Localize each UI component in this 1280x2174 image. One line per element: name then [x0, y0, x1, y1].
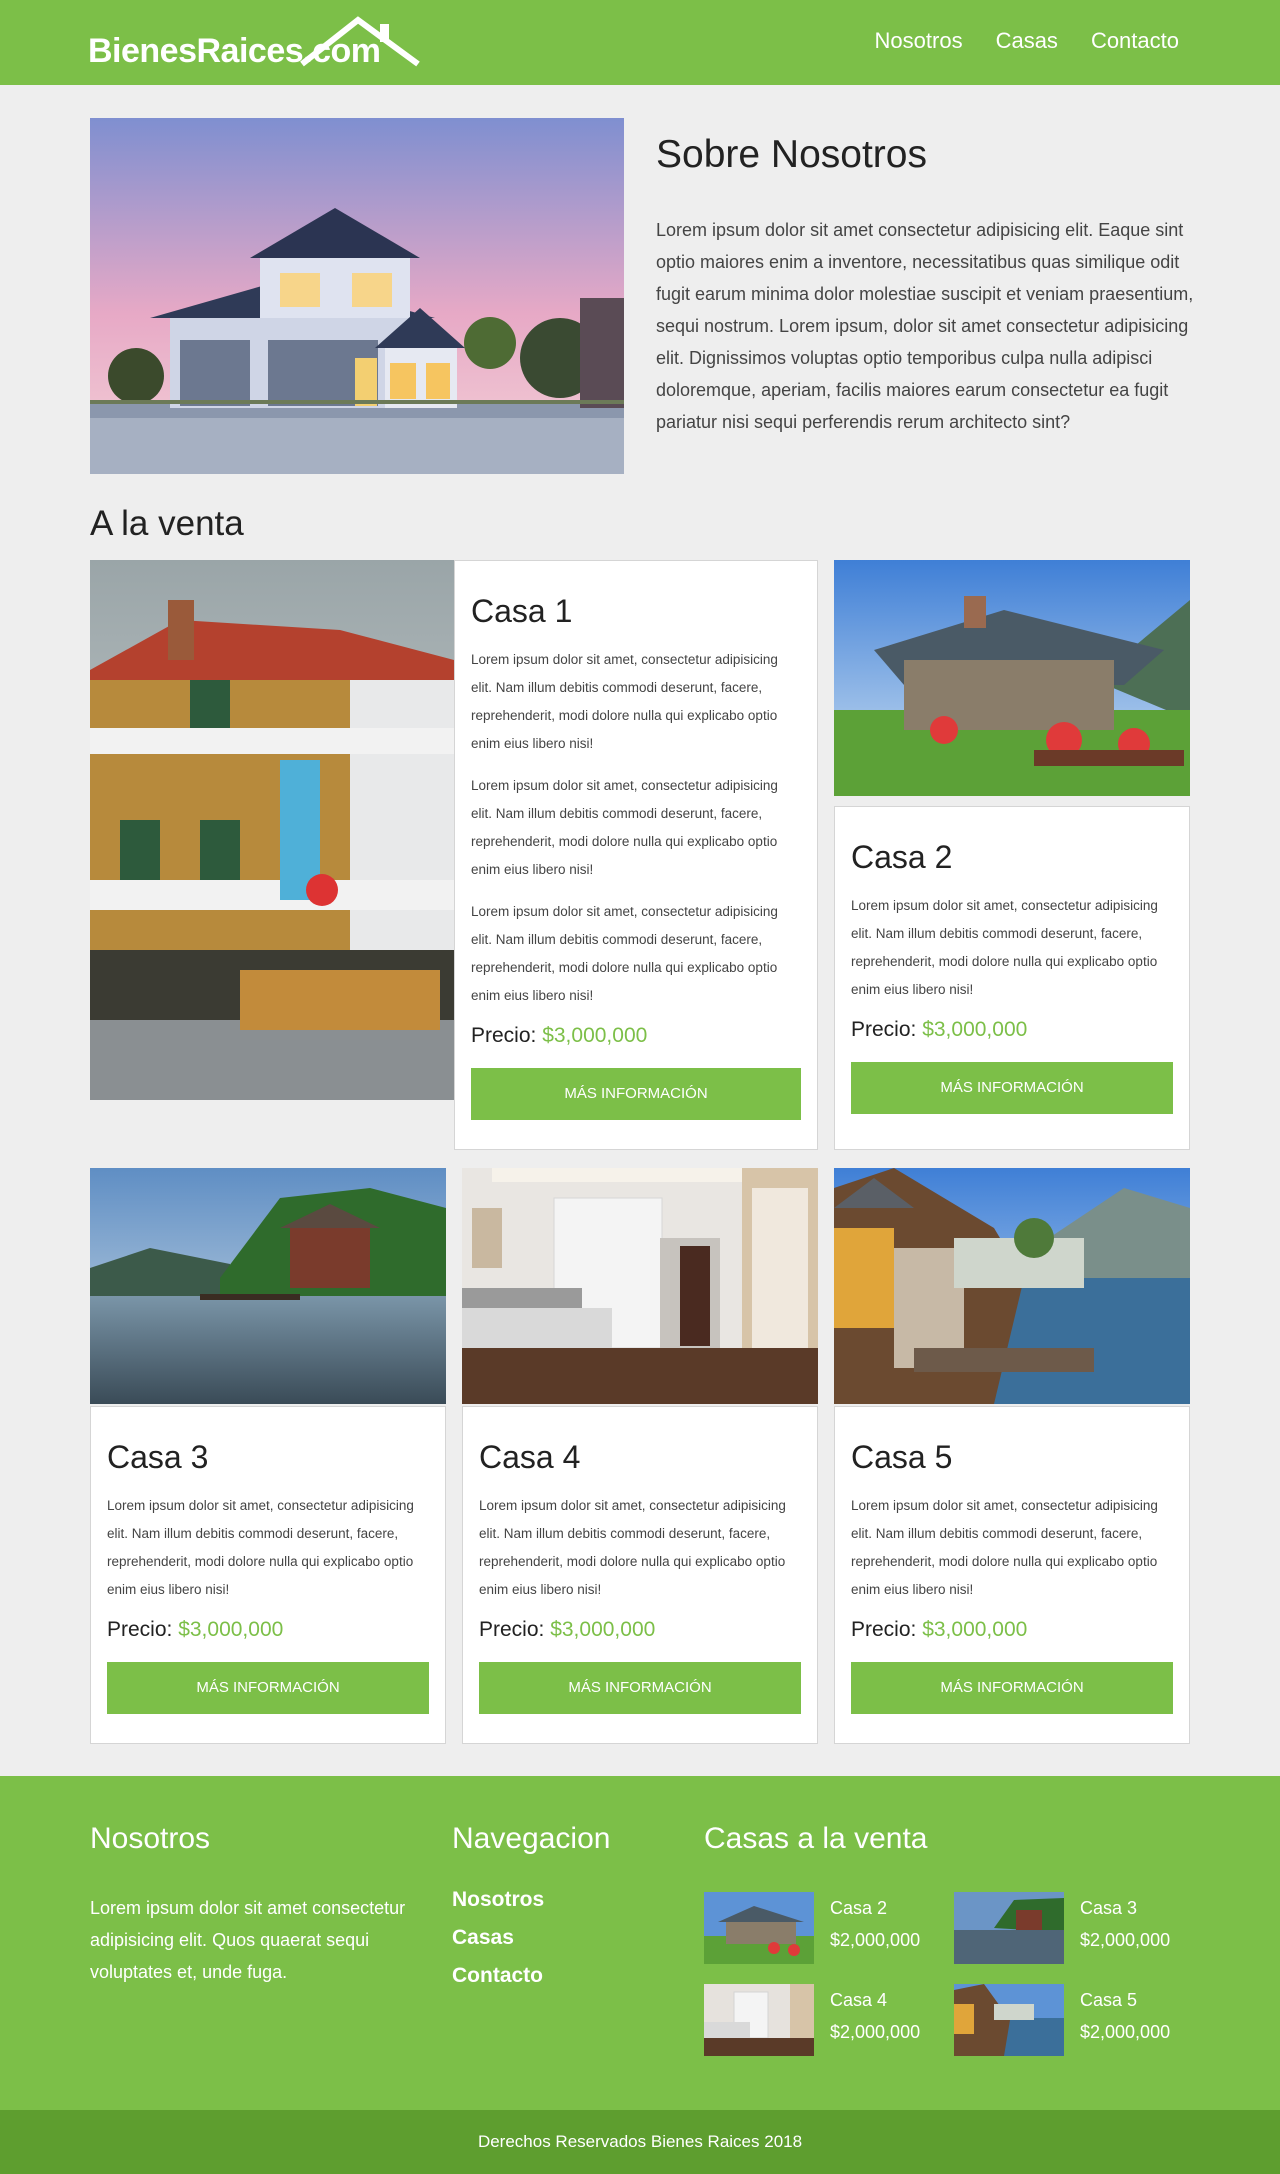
- footer-casa-2-price: $2,000,000: [830, 1930, 921, 1950]
- casa-2-info-button[interactable]: MÁS INFORMACIÓN: [851, 1062, 1173, 1114]
- casa-4-info-button[interactable]: MÁS INFORMACIÓN: [479, 1662, 801, 1714]
- casa-4-title: Casa 4: [479, 1439, 581, 1475]
- casa-5-title: Casa 5: [851, 1439, 953, 1475]
- casa-2-text: Lorem ipsum dolor sit amet, consectetur …: [851, 898, 1158, 997]
- casa-4-price: Precio: $3,000,000: [479, 1618, 656, 1641]
- casa-4-price-value: $3,000,000: [550, 1618, 656, 1641]
- casa-3-price-value: $3,000,000: [178, 1618, 284, 1641]
- footer-casa-4-price: $2,000,000: [830, 2022, 921, 2042]
- casa-1-card: Casa 1 Lorem ipsum dolor sit amet, conse…: [454, 560, 818, 1150]
- nav-link-contacto[interactable]: Contacto: [1091, 28, 1179, 54]
- footer-nav-casas[interactable]: Casas: [452, 1926, 544, 1950]
- about-text: Lorem ipsum dolor sit amet consectetur a…: [656, 220, 1194, 432]
- casa-3-card: Casa 3 Lorem ipsum dolor sit amet, conse…: [90, 1406, 446, 1744]
- footer-casa-3-price: $2,000,000: [1080, 1930, 1171, 1950]
- for-sale-title: A la venta: [90, 504, 244, 543]
- footer-casa-4-thumb: [704, 1984, 814, 2056]
- site-logo[interactable]: BienesRaices.com: [88, 16, 422, 70]
- footer-casa-5-thumb: [954, 1984, 1064, 2056]
- footer-sale-item[interactable]: Casa 2 $2,000,000: [704, 1892, 934, 1964]
- casa-1-title: Casa 1: [471, 593, 573, 629]
- copyright-bar: Derechos Reservados Bienes Raices 2018: [0, 2110, 1280, 2174]
- house-roof-logo-icon: [300, 16, 420, 67]
- casa-1-info-button[interactable]: MÁS INFORMACIÓN: [471, 1068, 801, 1120]
- nav-link-casas[interactable]: Casas: [996, 28, 1058, 54]
- casa-5-info-button[interactable]: MÁS INFORMACIÓN: [851, 1662, 1173, 1714]
- about-image: [90, 118, 624, 474]
- casa-2-title: Casa 2: [851, 839, 953, 875]
- casa-1-image: [90, 560, 454, 1100]
- casa-5-price: Precio: $3,000,000: [851, 1618, 1028, 1641]
- footer-sale-item[interactable]: Casa 5 $2,000,000: [954, 1984, 1184, 2056]
- footer-casa-5-name: Casa 5: [1080, 1990, 1138, 2010]
- footer-casa-2-name: Casa 2: [830, 1898, 888, 1918]
- main-nav: Nosotros Casas Contacto: [875, 28, 1179, 54]
- footer-sale-title: Casas a la venta: [704, 1822, 928, 1855]
- casa-3-price: Precio: $3,000,000: [107, 1618, 284, 1641]
- casa-2-price: Precio: $3,000,000: [851, 1018, 1028, 1041]
- casa-1-text-1: Lorem ipsum dolor sit amet, consectetur …: [471, 652, 778, 751]
- footer-nav: Nosotros Casas Contacto: [452, 1888, 544, 2002]
- casa-5-text: Lorem ipsum dolor sit amet, consectetur …: [851, 1498, 1158, 1597]
- casa-1-price: Precio: $3,000,000: [471, 1024, 648, 1047]
- casa-5-image: [834, 1168, 1190, 1404]
- footer-casa-4-name: Casa 4: [830, 1990, 888, 2010]
- casa-2-image: [834, 560, 1190, 796]
- site-footer: Nosotros Lorem ipsum dolor sit amet cons…: [0, 1776, 1280, 2110]
- casa-5-card: Casa 5 Lorem ipsum dolor sit amet, conse…: [834, 1406, 1190, 1744]
- casa-2-price-value: $3,000,000: [922, 1018, 1028, 1041]
- casa-1-text-2: Lorem ipsum dolor sit amet, consectetur …: [471, 778, 778, 877]
- footer-about-text: Lorem ipsum dolor sit amet consectetur a…: [90, 1898, 406, 1982]
- site-header: BienesRaices.com Nosotros Casas Contacto: [0, 0, 1280, 85]
- footer-nav-title: Navegacion: [452, 1822, 611, 1855]
- footer-casa-3-thumb: [954, 1892, 1064, 1964]
- casa-2-card: Casa 2 Lorem ipsum dolor sit amet, conse…: [834, 806, 1190, 1150]
- casa-1-price-value: $3,000,000: [542, 1024, 648, 1047]
- casa-3-info-button[interactable]: MÁS INFORMACIÓN: [107, 1662, 429, 1714]
- casa-3-text: Lorem ipsum dolor sit amet, consectetur …: [107, 1498, 414, 1597]
- casa-1-text-3: Lorem ipsum dolor sit amet, consectetur …: [471, 904, 778, 1003]
- casa-3-image: [90, 1168, 446, 1404]
- casa-4-text: Lorem ipsum dolor sit amet, consectetur …: [479, 1498, 786, 1597]
- footer-about-title: Nosotros: [90, 1822, 211, 1855]
- footer-sale-item[interactable]: Casa 3 $2,000,000: [954, 1892, 1184, 1964]
- footer-nav-nosotros[interactable]: Nosotros: [452, 1888, 544, 1912]
- nav-link-nosotros[interactable]: Nosotros: [875, 28, 963, 54]
- casa-4-image: [462, 1168, 818, 1404]
- footer-nav-contacto[interactable]: Contacto: [452, 1964, 544, 1988]
- casa-3-title: Casa 3: [107, 1439, 209, 1475]
- footer-casa-2-thumb: [704, 1892, 814, 1964]
- footer-casa-3-name: Casa 3: [1080, 1898, 1138, 1918]
- footer-casa-5-price: $2,000,000: [1080, 2022, 1171, 2042]
- casa-4-card: Casa 4 Lorem ipsum dolor sit amet, conse…: [462, 1406, 818, 1744]
- footer-sale-item[interactable]: Casa 4 $2,000,000: [704, 1984, 934, 2056]
- copyright-text: Derechos Reservados Bienes Raices 2018: [477, 2132, 803, 2151]
- casa-5-price-value: $3,000,000: [922, 1618, 1028, 1641]
- about-title: Sobre Nosotros: [656, 133, 927, 176]
